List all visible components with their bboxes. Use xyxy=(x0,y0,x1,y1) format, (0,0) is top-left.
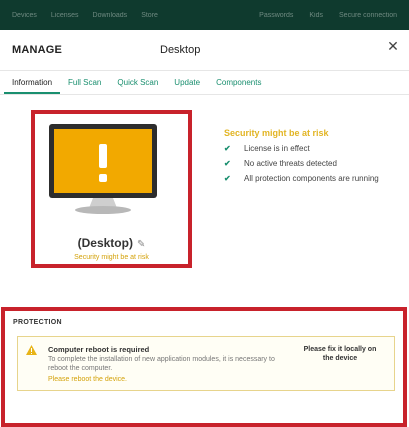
tab-bar: Information Full Scan Quick Scan Update … xyxy=(0,70,409,95)
tab-components[interactable]: Components xyxy=(208,70,269,94)
panel-header: MANAGE Desktop ✕ xyxy=(0,30,409,71)
device-name-row: (Desktop) ✎ xyxy=(35,236,188,250)
nav-downloads[interactable]: Downloads xyxy=(93,12,128,19)
risk-summary: Security might be at risk ✔ License is i… xyxy=(224,128,404,189)
tab-update[interactable]: Update xyxy=(166,70,208,94)
check-icon: ✔ xyxy=(224,159,231,168)
tab-quick-scan[interactable]: Quick Scan xyxy=(109,70,166,94)
device-status: Security might be at risk xyxy=(74,254,149,261)
risk-item: ✔ License is in effect xyxy=(224,144,404,153)
alert-heading: Computer reboot is required xyxy=(48,345,150,354)
check-icon: ✔ xyxy=(224,144,231,153)
nav-licenses[interactable]: Licenses xyxy=(51,12,79,19)
risk-title: Security might be at risk xyxy=(224,128,329,138)
section-label: MANAGE xyxy=(12,44,63,56)
edit-pencil-icon[interactable]: ✎ xyxy=(137,239,145,250)
tab-information[interactable]: Information xyxy=(4,70,61,94)
alert-description: To complete the installation of new appl… xyxy=(48,356,275,372)
tab-full-scan[interactable]: Full Scan xyxy=(60,70,109,94)
risk-item-label: No active threats detected xyxy=(244,159,337,168)
protection-label: PROTECTION xyxy=(13,319,62,326)
top-navigation: Devices Licenses Downloads Store Passwor… xyxy=(0,0,409,30)
risk-item-label: License is in effect xyxy=(244,144,310,153)
risk-item: ✔ All protection components are running xyxy=(224,174,404,183)
nav-store[interactable]: Store xyxy=(141,12,158,19)
fix-locally-note: Please fix it locally on the device xyxy=(303,346,377,362)
device-name: (Desktop) xyxy=(77,236,133,250)
nav-left-group: Devices Licenses Downloads Store xyxy=(12,12,158,19)
risk-item-label: All protection components are running xyxy=(244,174,379,183)
reboot-link[interactable]: Please reboot the device. xyxy=(48,376,127,383)
device-card: (Desktop) ✎ Security might be at risk xyxy=(31,110,192,268)
nav-secure-connection[interactable]: Secure connection xyxy=(339,12,397,19)
protection-section: PROTECTION Computer reboot is required T… xyxy=(1,307,407,427)
nav-right-group: Passwords Kids Secure connection xyxy=(259,12,397,19)
device-title: Desktop xyxy=(160,44,201,56)
close-icon[interactable]: ✕ xyxy=(386,39,400,53)
risk-item: ✔ No active threats detected xyxy=(224,159,404,168)
device-manage-panel: MANAGE Desktop ✕ Information Full Scan Q… xyxy=(0,30,409,427)
monitor-warning-icon xyxy=(49,124,157,214)
nav-devices[interactable]: Devices xyxy=(12,12,37,19)
reboot-alert: Computer reboot is required To complete … xyxy=(17,336,395,391)
nav-passwords[interactable]: Passwords xyxy=(259,12,293,19)
nav-kids[interactable]: Kids xyxy=(309,12,323,19)
warning-icon xyxy=(26,345,37,355)
check-icon: ✔ xyxy=(224,174,231,183)
